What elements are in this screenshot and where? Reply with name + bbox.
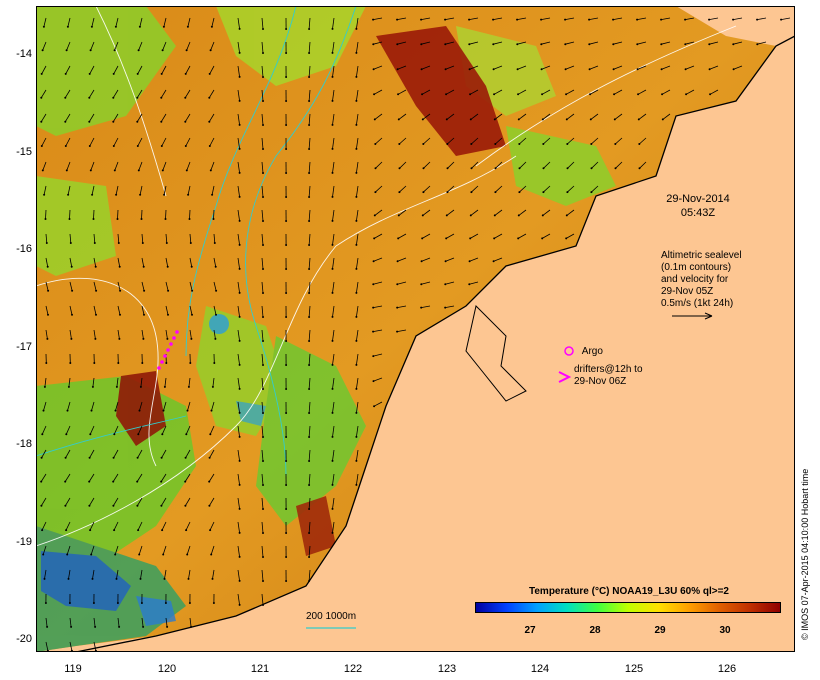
imos-credit: © IMOS 07-Apr-2015 04:10:00 Hobart time <box>800 468 810 640</box>
colorbar-tick: 28 <box>589 625 601 636</box>
altimetry-line: 29-Nov 05Z <box>661 286 714 297</box>
colorbar-title: Temperature (°C) NOAA19_L3U 60% ql>=2 <box>529 586 729 597</box>
image-timestamp: 29-Nov-2014 05:43Z <box>648 192 748 220</box>
argo-legend: Argo <box>563 345 603 357</box>
x-tick-label: 125 <box>624 663 644 675</box>
image-date: 29-Nov-2014 <box>666 193 730 205</box>
y-tick-label: -18 <box>16 438 32 450</box>
drifter-line: 29-Nov 06Z <box>574 376 627 387</box>
y-tick-label: -16 <box>16 243 32 255</box>
altimetry-line: and velocity for <box>661 274 729 285</box>
sst-map-canvas <box>36 6 795 652</box>
magenta-circle-icon <box>564 346 574 356</box>
x-tick-label: 124 <box>530 663 550 675</box>
altimetry-line: (0.1m contours) <box>661 262 732 273</box>
magenta-chevron-icon <box>558 371 571 383</box>
image-time: 05:43Z <box>680 207 716 219</box>
argo-label: Argo <box>581 345 603 357</box>
y-tick-label: -20 <box>16 633 32 645</box>
altimetry-line: 0.5m/s (1kt 24h) <box>661 298 734 309</box>
isobath-legend-label: 200 1000m <box>306 611 357 622</box>
x-tick-label: 123 <box>437 663 457 675</box>
x-tick-label: 120 <box>157 663 177 675</box>
x-tick-label: 126 <box>717 663 737 675</box>
altimetry-line: Altimetric sealevel <box>661 250 742 261</box>
isobath-legend: 200 1000m <box>306 611 356 633</box>
x-tick-label: 119 <box>64 663 82 675</box>
drifter-legend: drifters@12h to 29-Nov 06Z <box>557 364 643 388</box>
sst-map <box>36 6 795 652</box>
y-tick-label: -19 <box>16 536 32 548</box>
temperature-colorbar <box>475 602 781 613</box>
drifter-line: drifters@12h to <box>574 364 643 375</box>
x-tick-label: 121 <box>250 663 270 675</box>
x-tick-label: 122 <box>343 663 363 675</box>
altimetry-legend: Altimetric sealevel (0.1m contours) and … <box>661 250 742 310</box>
y-tick-label: -15 <box>16 146 32 158</box>
colorbar-tick: 30 <box>719 625 731 636</box>
isobath-legend-line <box>306 627 356 629</box>
colorbar-tick: 29 <box>654 625 666 636</box>
y-tick-label: -14 <box>16 48 32 60</box>
colorbar-tick: 27 <box>524 625 536 636</box>
y-tick-label: -17 <box>16 341 32 353</box>
